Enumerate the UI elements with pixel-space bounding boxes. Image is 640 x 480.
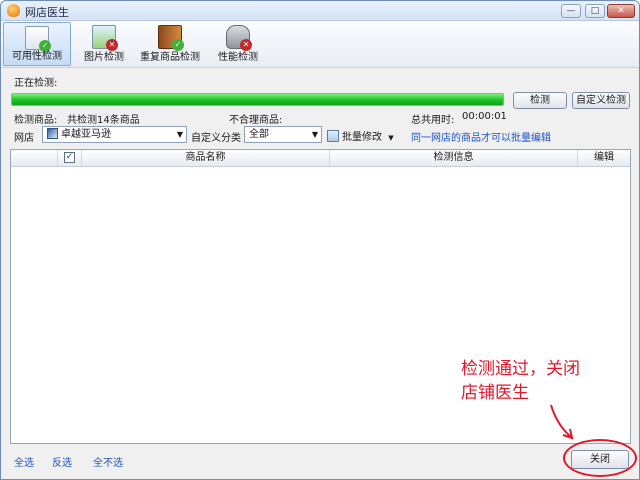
detect-products-label: 检测商品:	[14, 115, 58, 126]
product-grid[interactable]: ✓ 商品名称 检测信息 编辑	[10, 149, 631, 444]
invert-selection-link[interactable]: 反选	[52, 454, 72, 469]
tool-label: 性能检测	[218, 52, 258, 63]
duplicate-check-icon: ✓	[158, 25, 184, 51]
column-detect-info[interactable]: 检测信息	[330, 150, 578, 166]
tab-performance-check[interactable]: ✕ 性能检测	[209, 22, 267, 66]
tab-image-check[interactable]: ✕ 图片检测	[75, 22, 133, 66]
tool-label: 重复商品检测	[140, 52, 200, 63]
bulk-edit-button[interactable]: 批量修改 ▼	[327, 128, 394, 143]
bulk-edit-icon	[327, 130, 339, 142]
shop-select[interactable]: 卓越亚马逊 ▼	[42, 126, 187, 143]
image-check-icon: ✕	[92, 25, 118, 51]
progress-bar	[11, 93, 504, 106]
category-label: 自定义分类	[191, 133, 241, 144]
select-all-header-checkbox[interactable]: ✓	[58, 150, 82, 166]
performance-check-icon: ✕	[226, 25, 252, 51]
minimize-button[interactable]: —	[561, 4, 581, 18]
detect-products-value: 共检测14条商品	[67, 115, 140, 126]
chevron-down-icon: ▼	[311, 130, 318, 139]
select-all-link[interactable]: 全选	[14, 454, 34, 469]
annotation-arrow-icon	[550, 404, 574, 440]
app-window: 网店医生 — □ ✕ ✓ 可用性检测 ✕ 图片检测 ✓ 重复商品检测 ✕ 性能检…	[0, 0, 640, 480]
tool-label: 图片检测	[84, 52, 124, 63]
dropdown-arrow-icon: ▼	[388, 134, 394, 142]
app-logo-icon	[7, 4, 20, 17]
total-time-label: 总共用时:	[411, 115, 455, 126]
row-header-cell	[11, 150, 58, 166]
detect-button[interactable]: 检测	[513, 92, 567, 109]
column-product-name[interactable]: 商品名称	[82, 150, 330, 166]
category-select[interactable]: 全部 ▼	[244, 126, 322, 143]
annotation-line-2: 店铺医生	[461, 383, 529, 403]
annotation-line-1: 检测通过，关闭	[461, 359, 580, 379]
category-value: 全部	[249, 129, 269, 140]
shop-label: 网店	[14, 133, 34, 144]
tab-duplicate-check[interactable]: ✓ 重复商品检测	[137, 22, 203, 66]
chevron-down-icon: ▼	[176, 130, 183, 139]
shop-value: 卓越亚马逊	[61, 129, 111, 140]
bulk-edit-label: 批量修改	[342, 132, 382, 143]
bulk-edit-hint: 同一网店的商品才可以批量编辑	[411, 133, 551, 144]
column-edit[interactable]: 编辑	[578, 150, 630, 166]
title-bar: 网店医生 — □ ✕	[1, 1, 639, 21]
unreasonable-products-label: 不合理商品:	[229, 115, 283, 126]
tool-label: 可用性检测	[12, 51, 62, 62]
grid-header: ✓ 商品名称 检测信息 编辑	[11, 150, 630, 167]
progress-fill	[12, 94, 503, 105]
checkbox-icon: ✓	[64, 151, 75, 163]
select-none-link[interactable]: 全不选	[93, 454, 123, 469]
shop-icon	[47, 128, 58, 139]
window-title: 网店医生	[25, 6, 69, 19]
total-time-value: 00:00:01	[462, 111, 507, 122]
annotation-highlight-ellipse	[563, 439, 637, 477]
custom-detect-button[interactable]: 自定义检测	[572, 92, 630, 109]
maximize-button[interactable]: □	[585, 4, 605, 18]
tab-availability-check[interactable]: ✓ 可用性检测	[3, 22, 71, 66]
close-window-button[interactable]: ✕	[607, 4, 635, 18]
toolbar: ✓ 可用性检测 ✕ 图片检测 ✓ 重复商品检测 ✕ 性能检测	[1, 21, 639, 68]
checking-label: 正在检测:	[14, 78, 58, 89]
